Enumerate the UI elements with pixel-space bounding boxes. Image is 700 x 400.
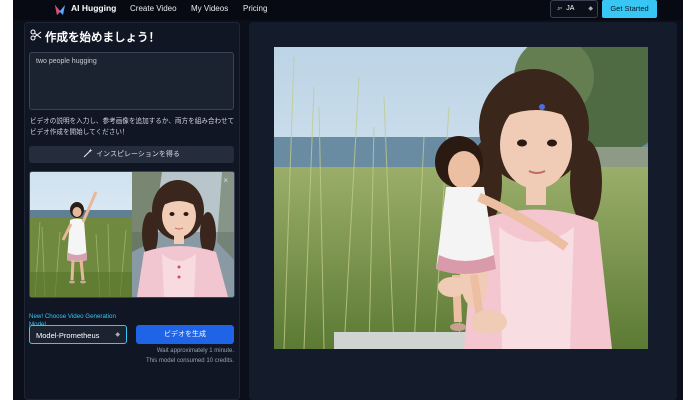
generated-preview-image (274, 47, 648, 349)
chevron-updown-icon: ◆ (588, 6, 593, 12)
prompt-input[interactable]: two people hugging (29, 52, 234, 110)
scissors-icon (30, 29, 42, 41)
wait-note: Wait approximately 1 minute. (156, 348, 234, 354)
helper-text: ビデオの説明を入力し、参考画像を追加するか、両方を組み合わせてビデオ作成を開始し… (30, 118, 235, 136)
chevron-updown-icon: ◆ (115, 332, 120, 338)
get-inspiration-label: インスピレーションを得る (96, 151, 180, 158)
language-value: JA (566, 5, 575, 12)
page-title: 作成を始めましょう！ (45, 32, 160, 44)
top-navigation-bar: AI Hugging Create Video My Videos Pricin… (13, 0, 683, 20)
create-panel: 作成を始めましょう！ two people hugging ビデオの説明を入力し… (24, 22, 240, 400)
preview-panel (249, 22, 677, 400)
nav-link-create-video[interactable]: Create Video (130, 4, 177, 13)
heart-logo-icon[interactable] (53, 3, 67, 17)
brand-name[interactable]: AI Hugging (71, 3, 116, 13)
magic-wand-icon (83, 148, 93, 158)
credits-note: This model consumed 10 credits. (145, 358, 234, 364)
nav-link-pricing[interactable]: Pricing (243, 4, 267, 13)
language-select[interactable]: JP JA ◆ (550, 0, 598, 18)
flag-japan-icon: JP (557, 6, 563, 11)
app-window: AI Hugging Create Video My Videos Pricin… (13, 0, 683, 400)
close-icon[interactable]: × (223, 177, 228, 185)
reference-image-child (30, 172, 132, 297)
get-started-button[interactable]: Get Started (602, 0, 657, 18)
model-select[interactable]: Model-Prometheus ◆ (29, 325, 127, 344)
reference-images[interactable]: × (29, 171, 235, 298)
model-select-value: Model-Prometheus (36, 331, 100, 340)
get-inspiration-button[interactable]: インスピレーションを得る (29, 146, 234, 163)
generate-video-button[interactable]: ビデオを生成 (136, 325, 234, 344)
reference-image-woman (132, 172, 234, 297)
nav-link-my-videos[interactable]: My Videos (191, 4, 228, 13)
